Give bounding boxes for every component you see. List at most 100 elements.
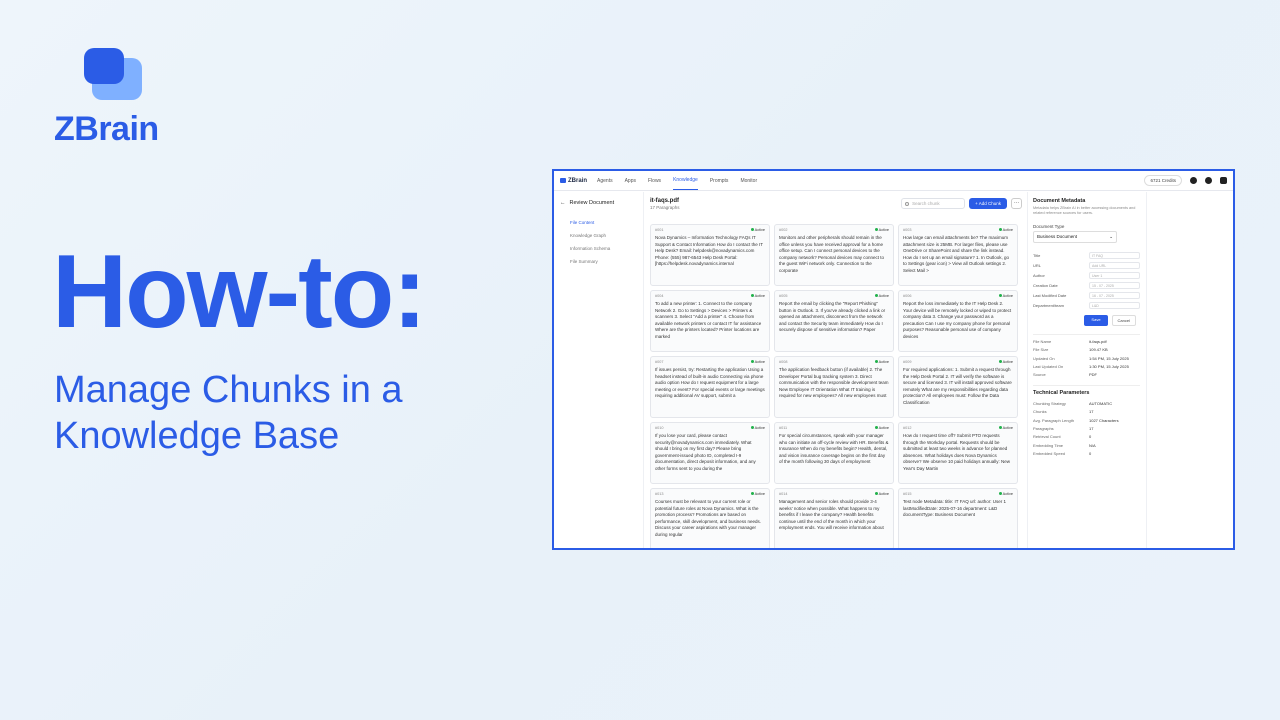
row-value[interactable]: L&D: [1089, 302, 1140, 310]
chunk-text: If issues persist, try: Restarting the a…: [655, 367, 765, 399]
nav-monitor[interactable]: Monitor: [740, 172, 757, 190]
chunk-text: To add a new printer: 1. Connect to the …: [655, 301, 762, 339]
row-value: 1:54 PM, 15 July 2025: [1089, 355, 1129, 361]
brand: ZBrain: [54, 46, 159, 149]
row-label: Title: [1033, 253, 1041, 259]
nav-agents[interactable]: Agents: [597, 172, 613, 190]
sidebar-item-file-content[interactable]: File Content: [560, 216, 637, 229]
row-value: PDF: [1089, 372, 1097, 378]
chunk-id: #004: [655, 294, 664, 298]
chunk-id: #015: [903, 492, 912, 496]
chunk-id: #003: [903, 228, 912, 232]
headline: How-to:: [52, 234, 427, 350]
row-value[interactable]: 15 - 07 - 2025: [1089, 282, 1140, 290]
row-value: 0: [1089, 434, 1092, 440]
chunk-id: #007: [655, 360, 664, 364]
chunk-text: Nova Dynamics – Information Technology F…: [655, 235, 763, 267]
save-button[interactable]: Save: [1084, 314, 1108, 326]
document-type-value: Business Document: [1037, 233, 1078, 239]
nav-prompts[interactable]: Prompts: [710, 172, 729, 190]
right-strip: [1146, 192, 1233, 548]
panel-row: Creation Date 15 - 07 - 2025: [1033, 281, 1140, 291]
panel-row: Embedded Speed 0: [1033, 451, 1140, 459]
row-value[interactable]: Add URL: [1089, 262, 1140, 270]
status-badge: Active: [751, 360, 765, 364]
row-label: Embedded Speed: [1033, 451, 1066, 457]
chunk-id: #009: [903, 360, 912, 364]
nav-apps[interactable]: Apps: [625, 172, 636, 190]
sidebar-item-knowledge-graph[interactable]: Knowledge Graph: [560, 229, 637, 242]
settings-icon[interactable]: [1190, 177, 1197, 184]
chunk-card[interactable]: #015 Active Test node Metadata: title: IT …: [898, 488, 1018, 548]
row-label: Retrieval Count: [1033, 434, 1061, 440]
row-value[interactable]: IT FAQ: [1089, 252, 1140, 260]
chunk-card[interactable]: #011 Active For special circumstances, spe…: [774, 422, 894, 484]
panel-row: Avg. Paragraph Length 1027 Characters: [1033, 418, 1140, 426]
sidebar-item-information-schema[interactable]: Information Schema: [560, 242, 637, 255]
status-badge: Active: [751, 492, 765, 496]
document-type-label: Document Type: [1033, 223, 1065, 229]
chunk-card[interactable]: #003 Active How large can email attachment…: [898, 224, 1018, 286]
nav-flows[interactable]: Flows: [648, 172, 661, 190]
panel-row: Last Modified Date 16 - 07 - 2025: [1033, 291, 1140, 301]
back-label: Review Document: [569, 200, 615, 206]
app-logo[interactable]: ZBrain: [560, 178, 587, 184]
search-icon: [905, 202, 910, 206]
panel-row: Title IT FAQ: [1033, 251, 1140, 261]
nav-knowledge[interactable]: Knowledge: [673, 171, 698, 190]
status-badge: Active: [875, 294, 889, 298]
sidebar-item-file-summary[interactable]: File Summary: [560, 255, 637, 268]
chevron-down-icon: ⌄: [1109, 233, 1113, 239]
zbrain-logo-icon: [54, 46, 144, 104]
chunk-card[interactable]: #004 Active To add a new printer: 1. Conne…: [650, 290, 770, 352]
chunk-card[interactable]: #013 Active Courses must be relevant to yo…: [650, 488, 770, 548]
chunk-text: For special circumstances, speak with yo…: [779, 433, 889, 465]
chunk-card[interactable]: #010 Active If you lose your card, please …: [650, 422, 770, 484]
panel-row: Chunking Strategy AUTOMATIC: [1033, 401, 1140, 409]
chunk-card[interactable]: #012 Active How do I request time off? Sub…: [898, 422, 1018, 484]
back-button[interactable]: ← Review Document: [560, 200, 637, 206]
more-options-button[interactable]: ···: [1011, 198, 1022, 209]
panel-row: Chunks 17: [1033, 409, 1140, 417]
row-value[interactable]: User 1: [1089, 272, 1140, 280]
document-subtitle: 17 Paragraphs: [650, 205, 680, 210]
add-chunk-button[interactable]: + Add Chunk: [969, 198, 1007, 209]
document-type-select[interactable]: Business Document ⌄: [1033, 230, 1117, 243]
back-arrow-icon: ←: [560, 200, 566, 206]
chunk-card[interactable]: #014 Active Management and senior roles sh…: [774, 488, 894, 548]
chunk-id: #014: [779, 492, 788, 496]
row-value: it-faqs.pdf: [1089, 338, 1107, 344]
row-value: 1027 Characters: [1089, 417, 1119, 423]
status-badge: Active: [751, 426, 765, 430]
row-value[interactable]: 16 - 07 - 2025: [1089, 292, 1140, 300]
chunk-card[interactable]: #009 Active For required applications: 1. …: [898, 356, 1018, 418]
chunk-card[interactable]: #007 Active If issues persist, try: Restar…: [650, 356, 770, 418]
chunk-card[interactable]: #001 Active Nova Dynamics – Information Te…: [650, 224, 770, 286]
search-input[interactable]: Search chunk: [901, 198, 966, 209]
panel-title: Document Metadata: [1033, 198, 1086, 204]
credits-badge[interactable]: 6721 Credits: [1144, 175, 1182, 186]
chunk-card[interactable]: #002 Active Monitors and other peripherals…: [774, 224, 894, 286]
chunk-text: The application feedback button (if avai…: [779, 367, 889, 399]
chunk-card[interactable]: #008 Active The application feedback butto…: [774, 356, 894, 418]
cancel-button[interactable]: Cancel: [1111, 314, 1136, 326]
chunk-id: #013: [655, 492, 664, 496]
row-value: 17: [1089, 409, 1094, 415]
profile-icon[interactable]: [1220, 177, 1227, 184]
panel-row: Updated On 1:54 PM, 15 July 2025: [1033, 356, 1140, 364]
status-badge: Active: [875, 492, 889, 496]
metadata-panel: Document Metadata Metadata helps ZBrain …: [1027, 192, 1145, 548]
status-badge: Active: [999, 426, 1013, 430]
panel-row: Embedding Time N/A: [1033, 443, 1140, 451]
chunk-card[interactable]: #006 Active Report the loss immediately to…: [898, 290, 1018, 352]
row-value: 1:30 PM, 15 July 2025: [1089, 364, 1129, 370]
chunk-text: Monitors and other peripherals should re…: [779, 235, 885, 273]
row-label: Author: [1033, 273, 1045, 279]
chunk-text: If you lose your card, please contact se…: [655, 433, 756, 471]
help-icon[interactable]: [1205, 177, 1212, 184]
row-value: 109.47 KB: [1089, 347, 1108, 353]
search-placeholder: Search chunk: [912, 201, 940, 206]
row-value: AUTOMATIC: [1089, 400, 1113, 406]
chunk-card[interactable]: #005 Active Report the email by clicking t…: [774, 290, 894, 352]
chunk-id: #005: [779, 294, 788, 298]
